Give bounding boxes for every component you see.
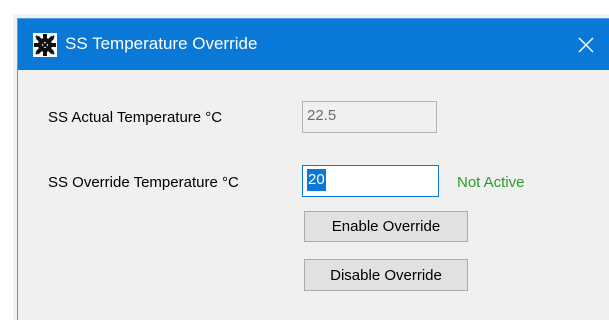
actual-temperature-label: SS Actual Temperature °C <box>48 109 223 126</box>
override-temperature-input[interactable]: 20 <box>302 165 439 197</box>
window-title: SS Temperature Override <box>65 34 258 53</box>
enable-override-button[interactable]: Enable Override <box>304 211 468 242</box>
dialog-window: SS Temperature Override SS Actual Temper… <box>17 18 609 320</box>
disable-override-button[interactable]: Disable Override <box>304 259 468 291</box>
override-temperature-value: 20 <box>307 169 326 192</box>
close-icon <box>578 37 594 52</box>
title-bar[interactable]: SS Temperature Override <box>18 19 609 70</box>
actual-temperature-field: 22.5 <box>302 101 437 133</box>
close-button[interactable] <box>563 19 609 70</box>
override-status-text: Not Active <box>457 174 525 191</box>
override-temperature-label: SS Override Temperature °C <box>48 174 239 191</box>
gear-icon <box>33 33 57 57</box>
